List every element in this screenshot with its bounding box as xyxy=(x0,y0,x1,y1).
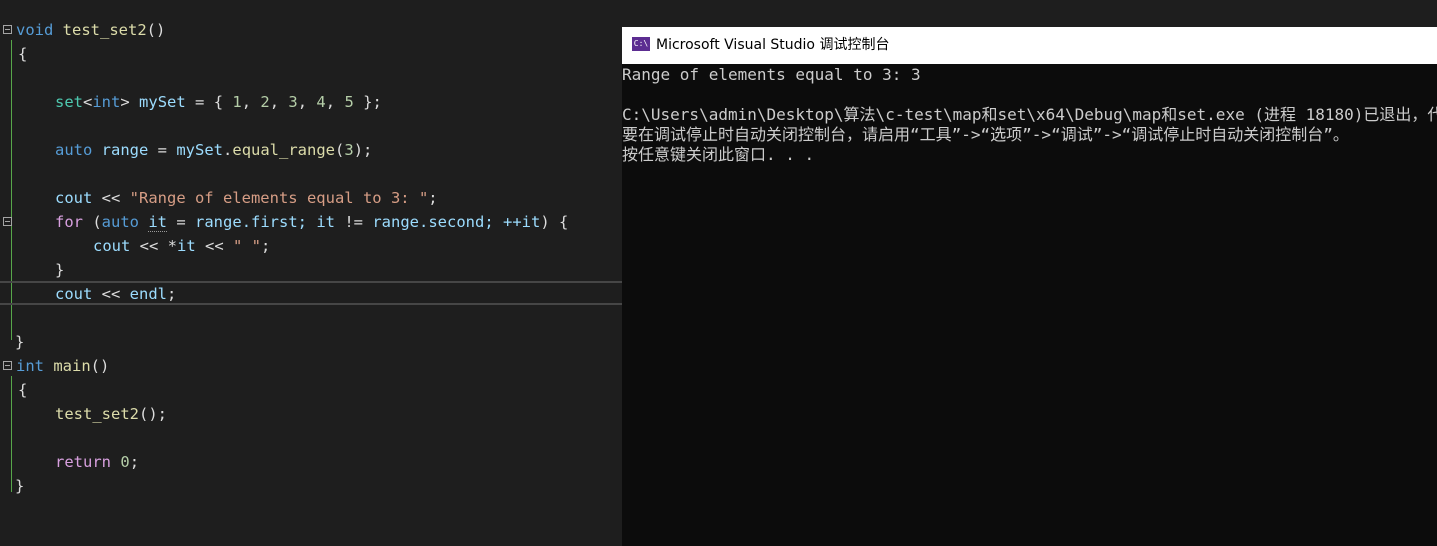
collapse-icon[interactable] xyxy=(3,25,12,34)
punctuation: (); xyxy=(139,405,167,423)
variable: range xyxy=(101,141,149,159)
window-title: Microsoft Visual Studio 调试控制台 xyxy=(656,37,890,53)
keyword: void xyxy=(16,21,54,39)
operator: << xyxy=(92,285,130,303)
code-line[interactable]: } xyxy=(15,330,24,354)
keyword: auto xyxy=(55,141,93,159)
operator: << xyxy=(92,189,130,207)
code-line[interactable]: int main() xyxy=(16,354,109,378)
code-line[interactable]: cout << endl; xyxy=(55,282,176,306)
variable: mySet xyxy=(139,93,186,111)
punctuation: ); xyxy=(353,141,373,159)
punctuation: < xyxy=(83,93,93,111)
punctuation: }; xyxy=(353,93,382,111)
code-line[interactable]: void test_set2() xyxy=(16,18,165,42)
variable: cout xyxy=(55,189,93,207)
console-output-line: 要在调试停止时自动关闭控制台，请启用“工具”->“选项”->“调试”->“调试停… xyxy=(622,125,1349,144)
punctuation: ; xyxy=(428,189,438,207)
member: .first; xyxy=(241,213,317,231)
punctuation: ( xyxy=(83,213,102,231)
type-name: set xyxy=(55,93,83,111)
variable: it xyxy=(177,237,196,255)
string-literal: " " xyxy=(233,237,261,255)
code-line[interactable]: } xyxy=(55,258,64,282)
punctuation: = xyxy=(148,141,177,159)
variable: cout xyxy=(55,285,93,303)
collapse-icon[interactable] xyxy=(3,361,12,370)
member: .second; ++ xyxy=(419,213,522,231)
number: 3 xyxy=(344,141,354,159)
punctuation: ; xyxy=(261,237,271,255)
keyword: int xyxy=(16,357,44,375)
brace: } xyxy=(15,477,25,495)
number: 3 xyxy=(288,93,298,111)
brace: { xyxy=(18,45,28,63)
brace: } xyxy=(55,261,65,279)
code-line[interactable]: test_set2(); xyxy=(55,402,167,426)
punctuation: > xyxy=(120,93,130,111)
console-output-line: Range of elements equal to 3: 3 xyxy=(622,65,921,84)
keyword: auto xyxy=(101,213,139,231)
function-name: test_set2 xyxy=(62,21,147,39)
fold-guide xyxy=(11,376,12,492)
code-editor[interactable]: void test_set2() { set<int> mySet = { 1,… xyxy=(0,0,622,546)
code-line[interactable]: { xyxy=(18,378,27,402)
keyword: int xyxy=(92,93,121,111)
function-name: equal_range xyxy=(232,141,336,159)
code-line[interactable]: cout << *it << " "; xyxy=(93,234,270,258)
code-line[interactable]: set<int> mySet = { 1, 2, 3, 4, 5 }; xyxy=(55,90,382,114)
variable: range xyxy=(372,213,420,231)
debug-console-window[interactable]: C:\ Microsoft Visual Studio 调试控制台 Range … xyxy=(622,27,1437,546)
collapse-icon[interactable] xyxy=(3,217,12,226)
console-output-line: C:\Users\admin\Desktop\算法\c-test\map和set… xyxy=(622,105,1437,124)
console-output-line: 按任意键关闭此窗口. . . xyxy=(622,145,815,164)
number: 0 xyxy=(120,453,130,471)
variable: range xyxy=(195,213,242,231)
code-line[interactable]: for (auto it = range.first; it != range.… xyxy=(55,210,568,234)
punctuation: () xyxy=(90,357,110,375)
punctuation: . xyxy=(223,141,233,159)
number: 2 xyxy=(260,93,270,111)
control-keyword: for xyxy=(55,213,83,231)
function-name: test_set2 xyxy=(55,405,139,423)
code-line[interactable]: } xyxy=(15,474,24,498)
control-keyword: return xyxy=(55,453,111,471)
code-line[interactable]: cout << "Range of elements equal to 3: "… xyxy=(55,186,438,210)
punctuation: () xyxy=(146,21,166,39)
code-line[interactable]: auto range = mySet.equal_range(3); xyxy=(55,138,372,162)
function-name: main xyxy=(53,357,91,375)
operator: << * xyxy=(130,237,177,255)
code-line[interactable]: { xyxy=(18,42,27,66)
brace: } xyxy=(15,333,25,351)
number: 5 xyxy=(344,93,354,111)
variable: it xyxy=(521,213,541,231)
brace: { xyxy=(18,381,28,399)
punctuation: ; xyxy=(129,453,140,471)
punctuation: ; xyxy=(166,285,177,303)
variable: it xyxy=(148,213,168,232)
operator: != xyxy=(335,213,373,231)
punctuation: = xyxy=(167,213,196,231)
punctuation: ) { xyxy=(540,213,569,231)
variable: endl xyxy=(129,285,167,303)
punctuation: ( xyxy=(335,141,345,159)
variable: cout xyxy=(93,237,131,255)
operator: << xyxy=(195,237,233,255)
punctuation: = { xyxy=(185,93,233,111)
number: 4 xyxy=(316,93,326,111)
code-line[interactable]: return 0; xyxy=(55,450,139,474)
variable: mySet xyxy=(176,141,224,159)
console-titlebar[interactable]: C:\ Microsoft Visual Studio 调试控制台 xyxy=(622,27,1437,64)
number: 1 xyxy=(232,93,242,111)
console-app-icon: C:\ xyxy=(632,37,650,51)
string-literal: "Range of elements equal to 3: " xyxy=(129,189,429,207)
variable: it xyxy=(316,213,336,231)
